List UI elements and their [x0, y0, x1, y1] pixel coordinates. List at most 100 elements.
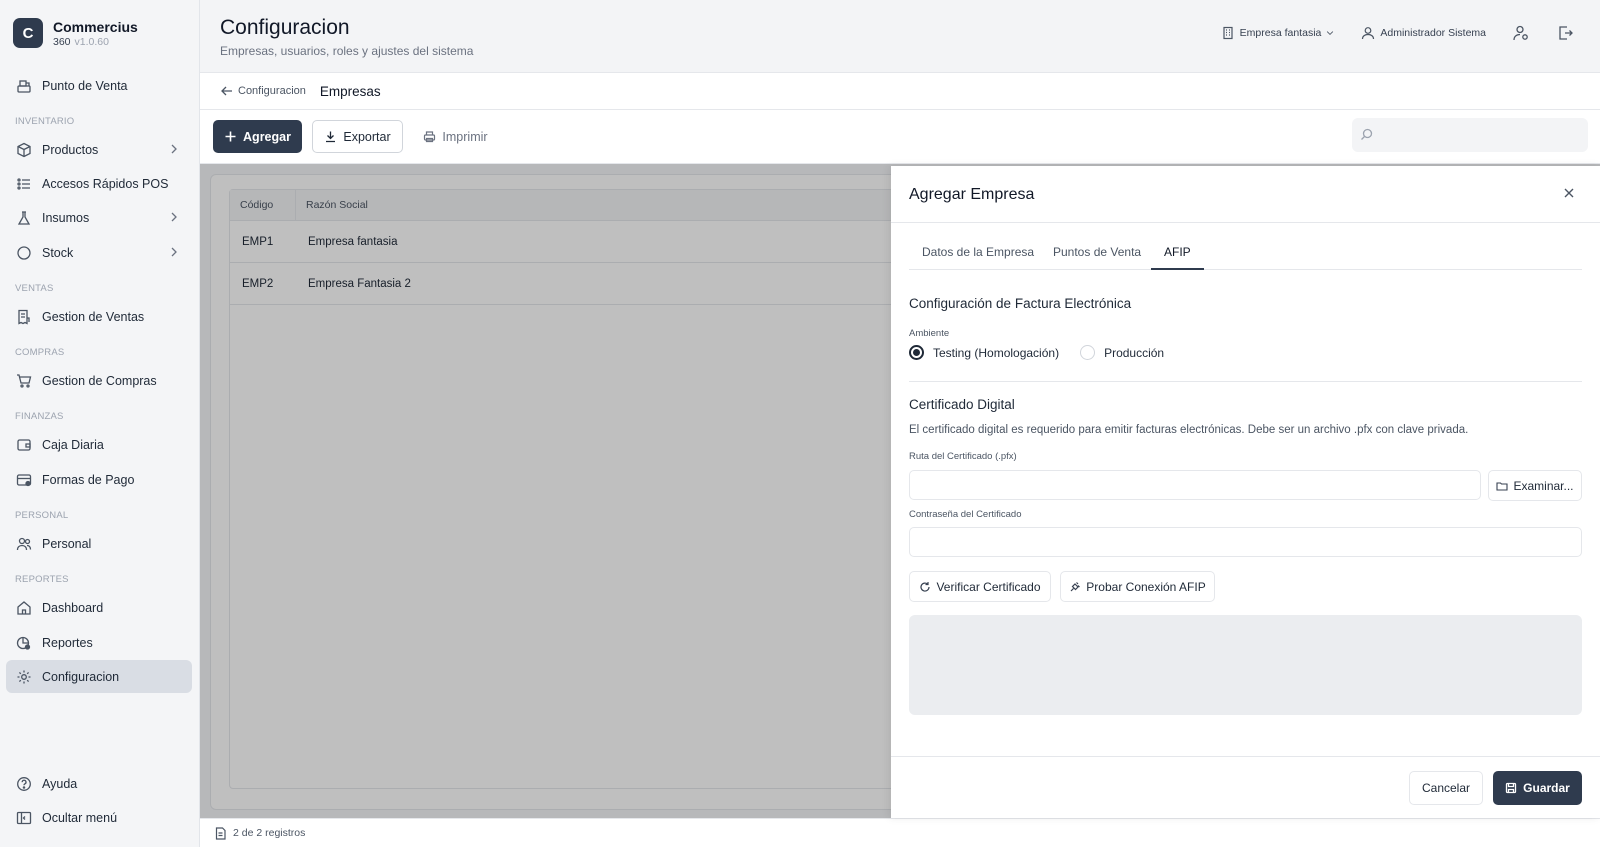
- sidebar-item-ocultar-menu[interactable]: Ocultar menú: [6, 801, 192, 834]
- sidebar-item-label: Ocultar menú: [42, 810, 118, 825]
- logout-icon[interactable]: [1556, 24, 1574, 42]
- users-icon: [16, 537, 32, 550]
- section-ventas: VENTAS: [15, 283, 54, 294]
- sidebar-item-gestion-compras[interactable]: Gestion de Compras: [6, 364, 192, 397]
- chart-icon: [16, 636, 31, 650]
- divider: [909, 381, 1582, 382]
- sidebar-item-caja-diaria[interactable]: Caja Diaria: [6, 428, 192, 461]
- panel-footer: Cancelar Guardar: [891, 756, 1600, 818]
- browse-button-label: Examinar...: [1513, 478, 1574, 493]
- sidebar-item-insumos[interactable]: Insumos: [6, 201, 192, 234]
- user-menu[interactable]: Administrador Sistema: [1361, 26, 1486, 40]
- company-selector[interactable]: Empresa fantasia: [1221, 26, 1336, 40]
- radio-produccion[interactable]: [1080, 345, 1096, 360]
- result-area: [909, 615, 1582, 715]
- sidebar-item-accesos-rapidos[interactable]: Accesos Rápidos POS: [6, 167, 192, 200]
- sidebar-item-formas-de-pago[interactable]: Formas de Pago: [6, 463, 192, 496]
- section-finanzas: FINANZAS: [15, 411, 64, 422]
- section-reportes: REPORTES: [15, 574, 69, 585]
- verify-certificate-label: Verificar Certificado: [936, 579, 1041, 594]
- status-bar: 2 de 2 registros: [200, 818, 1600, 847]
- ambiente-label: Ambiente: [909, 328, 950, 339]
- cert-password-input[interactable]: [909, 527, 1582, 557]
- sidebar-item-ayuda[interactable]: Ayuda: [6, 767, 192, 800]
- export-button-label: Exportar: [343, 129, 391, 144]
- sidebar-item-personal[interactable]: Personal: [6, 527, 192, 560]
- tab-puntos-de-venta[interactable]: Puntos de Venta: [1040, 238, 1154, 270]
- download-icon: [326, 131, 336, 143]
- save-icon: [1506, 782, 1517, 794]
- cert-path-input[interactable]: [909, 470, 1481, 500]
- tab-afip[interactable]: AFIP: [1151, 238, 1204, 270]
- building-icon: [1223, 26, 1233, 40]
- flask-icon: [17, 210, 31, 225]
- sidebar-item-stock[interactable]: Stock: [6, 236, 192, 269]
- print-button-label: Imprimir: [442, 129, 488, 144]
- save-button[interactable]: Guardar: [1493, 771, 1582, 805]
- section-inventario: INVENTARIO: [15, 116, 75, 127]
- plus-icon: [225, 131, 236, 142]
- cancel-button[interactable]: Cancelar: [1409, 771, 1483, 805]
- receipt-icon: [18, 309, 30, 325]
- add-button-label: Agregar: [243, 129, 291, 144]
- print-button[interactable]: Imprimir: [413, 120, 498, 153]
- verify-certificate-button[interactable]: Verificar Certificado: [909, 571, 1051, 602]
- sidebar-item-label: Accesos Rápidos POS: [42, 176, 169, 191]
- radio-testing[interactable]: [909, 345, 924, 360]
- help-icon: [17, 776, 31, 791]
- sidebar-item-label: Ayuda: [42, 776, 78, 791]
- plug-icon: [1070, 581, 1081, 591]
- panel-tabs: Datos de la Empresa Puntos de Venta AFIP: [909, 238, 1582, 270]
- close-icon[interactable]: [1562, 186, 1576, 200]
- user-settings-icon[interactable]: [1512, 24, 1530, 42]
- user-name: Administrador Sistema: [1380, 27, 1486, 39]
- browse-button[interactable]: Examinar...: [1488, 470, 1582, 501]
- panel-header: Agregar Empresa: [891, 166, 1600, 223]
- sidebar-item-label: Punto de Venta: [42, 78, 128, 93]
- brand-sub: 360: [53, 35, 71, 48]
- sidebar-item-gestion-ventas[interactable]: Gestion de Ventas: [6, 300, 192, 333]
- search-input[interactable]: [1352, 118, 1588, 152]
- cash-register-icon: [17, 79, 31, 93]
- add-company-panel: Agregar Empresa Datos de la Empresa Punt…: [891, 166, 1600, 818]
- cart-icon: [17, 373, 32, 388]
- panel-title: Agregar Empresa: [909, 186, 1035, 203]
- arrow-left-icon: [221, 86, 232, 96]
- printer-icon: [424, 131, 436, 143]
- circle-icon: [17, 245, 31, 260]
- sidebar-item-punto-de-venta[interactable]: Punto de Venta: [6, 69, 192, 102]
- add-button[interactable]: Agregar: [213, 120, 302, 153]
- save-button-label: Guardar: [1523, 781, 1570, 795]
- sidebar-item-productos[interactable]: Productos: [6, 133, 192, 166]
- back-link-label: Configuracion: [238, 85, 306, 97]
- sidebar-item-label: Dashboard: [42, 600, 104, 615]
- record-count: 2 de 2 registros: [233, 827, 306, 839]
- card-icon: [16, 473, 32, 486]
- back-link[interactable]: Configuracion: [220, 84, 306, 98]
- sidebar-item-label: Configuracion: [42, 669, 120, 684]
- gear-icon: [17, 670, 31, 683]
- sidebar-item-label: Caja Diaria: [42, 437, 104, 452]
- sidebar-item-dashboard[interactable]: Dashboard: [6, 591, 192, 624]
- sidebar-toggle-icon: [16, 811, 32, 824]
- chevron-right-icon: [171, 247, 177, 257]
- section-compras: COMPRAS: [15, 347, 65, 358]
- sidebar-item-reportes[interactable]: Reportes: [6, 626, 192, 659]
- test-connection-label: Probar Conexión AFIP: [1086, 579, 1206, 594]
- test-connection-button[interactable]: Probar Conexión AFIP: [1060, 571, 1215, 602]
- export-button[interactable]: Exportar: [312, 120, 403, 153]
- home-icon: [17, 600, 31, 615]
- tab-datos-empresa[interactable]: Datos de la Empresa: [909, 238, 1047, 270]
- company-name: Empresa fantasia: [1239, 27, 1322, 39]
- sidebar-item-label: Reportes: [42, 635, 93, 650]
- breadcrumb-current: Empresas: [319, 83, 381, 99]
- page-subtitle: Empresas, usuarios, roles y ajustes del …: [220, 44, 474, 58]
- sidebar-item-label: Stock: [42, 245, 74, 260]
- header: Configuracion Empresas, usuarios, roles …: [200, 0, 1600, 73]
- sidebar-item-configuracion[interactable]: Configuracion: [6, 660, 192, 693]
- chevron-down-icon: [1327, 31, 1334, 36]
- chevron-right-icon: [171, 144, 177, 154]
- sidebar-item-label: Insumos: [42, 210, 90, 225]
- radio-produccion-label: Producción: [1104, 345, 1165, 360]
- document-icon: [215, 826, 226, 840]
